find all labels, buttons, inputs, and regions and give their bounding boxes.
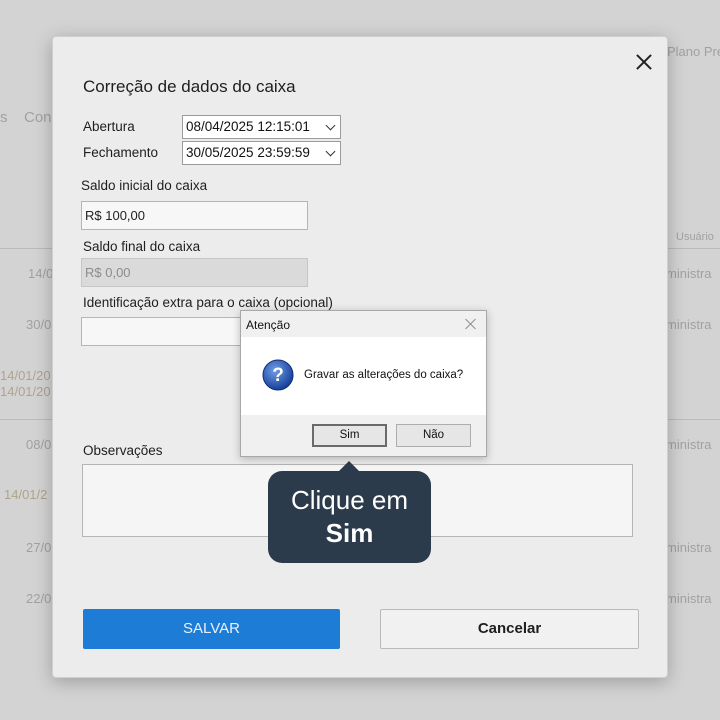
abertura-label: Abertura	[83, 119, 135, 134]
abertura-value: 08/04/2025 12:15:01	[186, 119, 310, 134]
instruction-tooltip: Clique em Sim	[268, 461, 431, 563]
observacoes-label: Observações	[83, 443, 163, 458]
modal-title: Correção de dados do caixa	[83, 77, 296, 96]
saldo-final-input: R$ 0,00	[81, 258, 308, 287]
saldo-inicial-label: Saldo inicial do caixa	[81, 178, 208, 193]
fechamento-value: 30/05/2025 23:59:59	[186, 145, 310, 160]
tooltip-line-1: Clique em	[290, 485, 409, 515]
dialog-title: Atenção	[246, 318, 291, 332]
fechamento-label: Fechamento	[83, 145, 159, 160]
cancel-button[interactable]: Cancelar	[380, 609, 639, 649]
confirm-dialog: Atenção ? Gravar as alterações do caixa?…	[240, 310, 487, 457]
close-icon[interactable]	[465, 318, 477, 330]
saldo-final-label: Saldo final do caixa	[83, 239, 201, 254]
svg-text:?: ?	[272, 365, 284, 386]
identificacao-label: Identificação extra para o caixa (opcion…	[83, 295, 333, 310]
dialog-body: ? Gravar as alterações do caixa?	[241, 337, 486, 415]
no-button[interactable]: Não	[396, 424, 471, 447]
chevron-down-icon	[325, 120, 336, 131]
question-icon: ?	[262, 359, 294, 391]
chevron-down-icon	[325, 146, 336, 157]
fechamento-datetime-picker[interactable]: 30/05/2025 23:59:59	[182, 141, 341, 165]
tooltip-line-2: Sim	[325, 518, 374, 548]
save-button[interactable]: SALVAR	[83, 609, 340, 649]
abertura-datetime-picker[interactable]: 08/04/2025 12:15:01	[182, 115, 341, 139]
saldo-inicial-input[interactable]: R$ 100,00	[81, 201, 308, 230]
dialog-message: Gravar as alterações do caixa?	[304, 369, 464, 381]
yes-button[interactable]: Sim	[312, 424, 387, 447]
close-icon[interactable]	[631, 49, 657, 75]
